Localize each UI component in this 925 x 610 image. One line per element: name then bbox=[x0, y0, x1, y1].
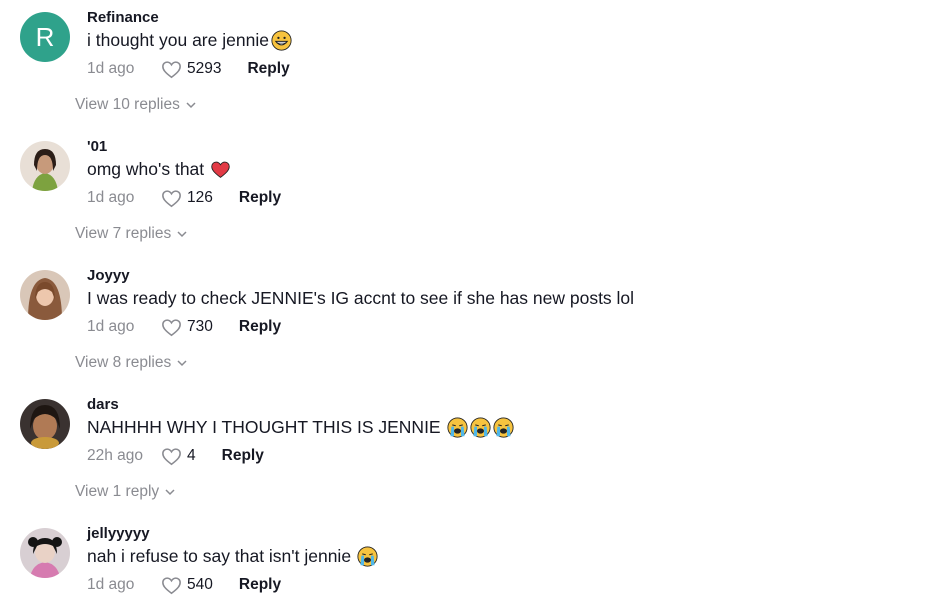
like-button[interactable]: 4 bbox=[161, 447, 196, 466]
reply-button[interactable]: Reply bbox=[247, 60, 289, 78]
comment-timestamp: 1d ago bbox=[87, 576, 135, 593]
comment-item: '01 omg who's that 1d ago 126 Reply View… bbox=[0, 135, 925, 255]
avatar[interactable]: R bbox=[20, 12, 70, 62]
comment-meta: 1d ago 126 Reply bbox=[87, 188, 281, 208]
view-replies-label: View 7 replies bbox=[75, 225, 172, 242]
comment-username[interactable]: jellyyyyy bbox=[87, 525, 150, 542]
view-replies-label: View 1 reply bbox=[75, 483, 160, 500]
heart-outline-icon bbox=[162, 60, 181, 78]
view-replies-button[interactable]: View 1 reply bbox=[75, 483, 175, 501]
like-button[interactable]: 5293 bbox=[161, 60, 221, 79]
reply-button[interactable]: Reply bbox=[239, 189, 281, 207]
like-button[interactable]: 126 bbox=[161, 189, 213, 208]
like-count: 4 bbox=[187, 447, 196, 464]
comment-meta: 1d ago 730 Reply bbox=[87, 317, 281, 337]
chevron-down-icon bbox=[186, 102, 196, 109]
view-replies-label: View 10 replies bbox=[75, 96, 180, 113]
avatar[interactable] bbox=[20, 528, 70, 578]
comment-text-content: i thought you are jennie bbox=[87, 30, 269, 50]
reply-button[interactable]: Reply bbox=[239, 576, 281, 594]
comment-timestamp: 1d ago bbox=[87, 189, 135, 206]
comment-meta: 1d ago 5293 Reply bbox=[87, 59, 290, 79]
like-count: 540 bbox=[187, 576, 213, 593]
view-replies-label: View 8 replies bbox=[75, 354, 172, 371]
view-replies-button[interactable]: View 10 replies bbox=[75, 96, 196, 114]
view-replies-button[interactable]: View 8 replies bbox=[75, 354, 187, 372]
comment-text-content: nah i refuse to say that isn't jennie bbox=[87, 546, 352, 566]
comment-timestamp: 22h ago bbox=[87, 447, 144, 464]
loudly-crying-face-emoji-icon bbox=[470, 417, 491, 438]
comment-text: nah i refuse to say that isn't jennie bbox=[87, 546, 378, 567]
reply-button[interactable]: Reply bbox=[222, 447, 264, 465]
chevron-down-icon bbox=[177, 360, 187, 367]
loudly-crying-face-emoji-icon bbox=[447, 417, 468, 438]
comment-timestamp: 1d ago bbox=[87, 60, 135, 77]
like-count: 730 bbox=[187, 318, 213, 335]
like-count: 5293 bbox=[187, 60, 222, 77]
comment-username[interactable]: Joyyy bbox=[87, 267, 130, 284]
avatar-letter: R bbox=[35, 21, 55, 52]
heart-outline-icon bbox=[162, 189, 181, 207]
avatar[interactable] bbox=[20, 141, 70, 191]
comment-text-content: NAHHHH WHY I THOUGHT THIS IS JENNIE bbox=[87, 417, 441, 437]
comment-text: omg who's that bbox=[87, 159, 231, 180]
comment-text: NAHHHH WHY I THOUGHT THIS IS JENNIE bbox=[87, 417, 514, 438]
comment-item: R Refinance i thought you are jennie 1d … bbox=[0, 6, 925, 126]
comment-timestamp: 1d ago bbox=[87, 318, 135, 335]
heart-outline-icon bbox=[162, 576, 181, 594]
avatar[interactable] bbox=[20, 399, 70, 449]
comment-username[interactable]: dars bbox=[87, 396, 119, 413]
view-replies-button[interactable]: View 7 replies bbox=[75, 225, 187, 243]
comment-text-content: I was ready to check JENNIE's IG accnt t… bbox=[87, 288, 635, 308]
chevron-down-icon bbox=[177, 231, 187, 238]
red-heart-emoji-icon bbox=[210, 159, 231, 180]
loudly-crying-face-emoji-icon bbox=[493, 417, 514, 438]
avatar[interactable] bbox=[20, 270, 70, 320]
like-button[interactable]: 540 bbox=[161, 576, 213, 595]
comment-username[interactable]: Refinance bbox=[87, 9, 159, 26]
comment-item: Joyyy I was ready to check JENNIE's IG a… bbox=[0, 264, 925, 384]
heart-outline-icon bbox=[162, 447, 181, 465]
comment-username[interactable]: '01 bbox=[87, 138, 107, 155]
heart-outline-icon bbox=[162, 318, 181, 336]
comment-meta: 22h ago 4 Reply bbox=[87, 446, 264, 466]
comment-item: dars NAHHHH WHY I THOUGHT THIS IS JENNIE… bbox=[0, 393, 925, 513]
comment-list: R Refinance i thought you are jennie 1d … bbox=[0, 0, 925, 610]
comment-item: jellyyyyy nah i refuse to say that isn't… bbox=[0, 522, 925, 610]
comment-text-content: omg who's that bbox=[87, 159, 205, 179]
chevron-down-icon bbox=[165, 489, 175, 496]
like-count: 126 bbox=[187, 189, 213, 206]
comment-text: i thought you are jennie bbox=[87, 30, 292, 51]
comment-meta: 1d ago 540 Reply bbox=[87, 575, 281, 595]
loudly-crying-face-emoji-icon bbox=[357, 546, 378, 567]
reply-button[interactable]: Reply bbox=[239, 318, 281, 336]
comment-text: I was ready to check JENNIE's IG accnt t… bbox=[87, 288, 634, 309]
like-button[interactable]: 730 bbox=[161, 318, 213, 337]
grinning-face-emoji-icon bbox=[271, 30, 292, 51]
